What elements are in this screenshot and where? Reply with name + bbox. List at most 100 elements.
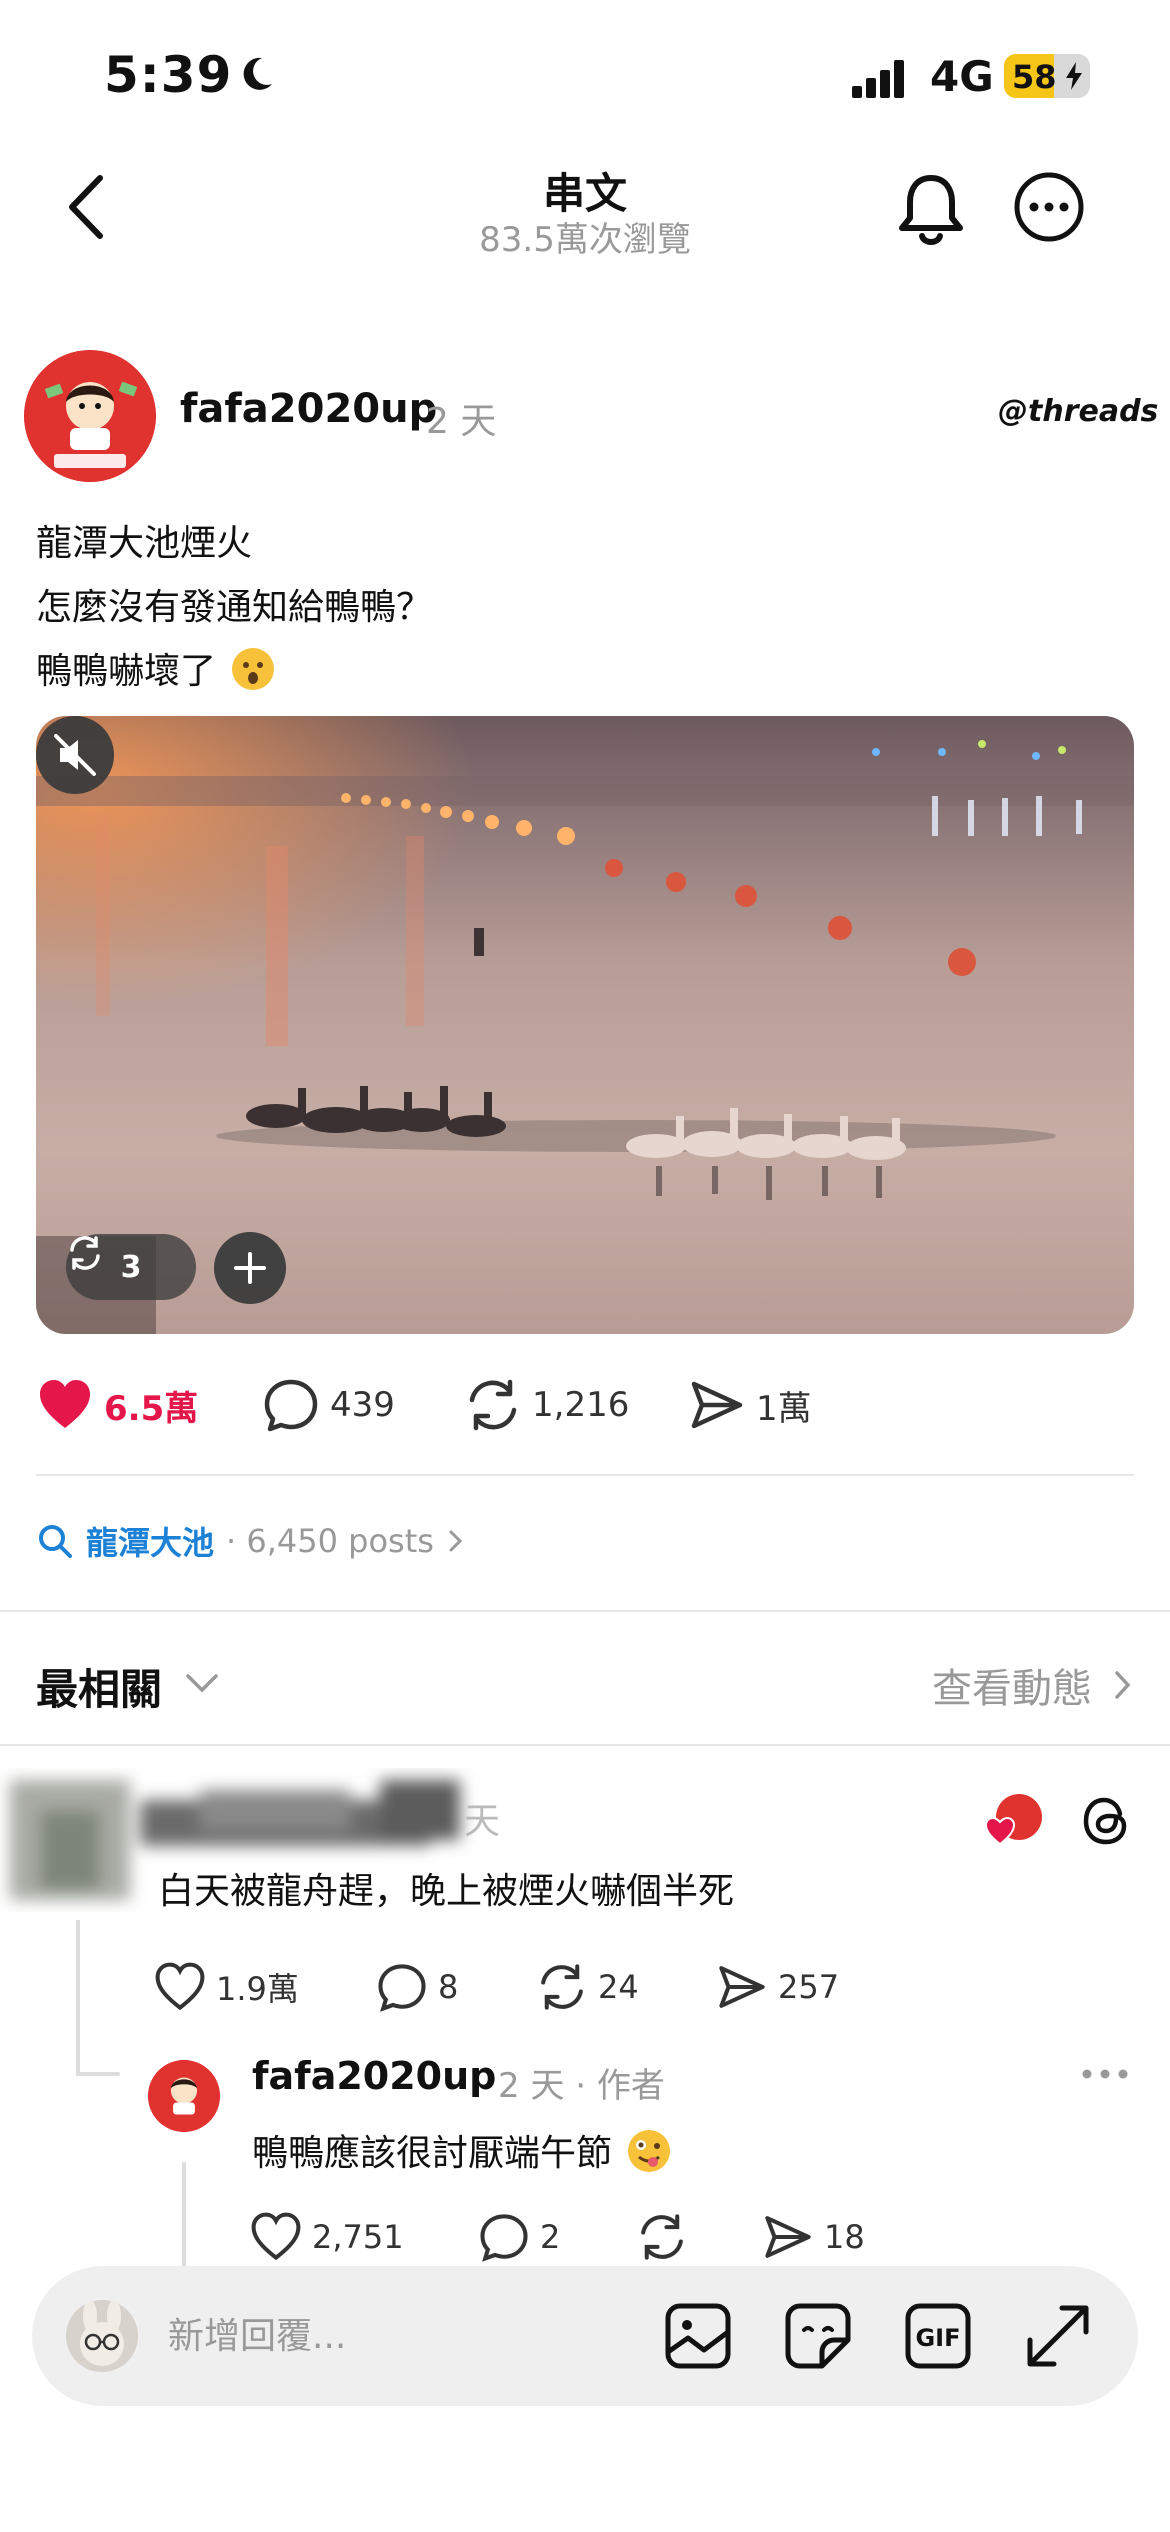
reply-like-button[interactable]: 2,751 xyxy=(250,2204,404,2270)
view-activity-label: 查看動態 xyxy=(932,1666,1092,1712)
bell-icon[interactable] xyxy=(894,170,968,250)
image-gallery-icon[interactable] xyxy=(660,2298,736,2374)
repost-icon xyxy=(469,1379,517,1431)
section-divider xyxy=(0,1610,1170,1612)
media-repost-count-button[interactable]: 3 xyxy=(66,1234,196,1300)
post-text-line-2: 怎麼沒有發通知給鴨鴨？ xyxy=(36,587,433,628)
repost-count: 1,216 xyxy=(532,1385,630,1425)
sort-dropdown-label[interactable]: 最相關 xyxy=(36,1656,162,1717)
comment-reply-button[interactable]: 8 xyxy=(376,1954,458,2020)
heart-filled-icon xyxy=(40,1380,90,1428)
reply-text-row: 鴨鴨應該很討厭端午節 xyxy=(252,2124,671,2176)
thread-header: 串文 83.5萬次瀏覽 xyxy=(0,150,1170,280)
like-button[interactable]: 6.5萬 xyxy=(36,1370,198,1440)
divider xyxy=(36,1474,1134,1476)
view-count: 83.5萬次瀏覽 xyxy=(479,220,691,260)
heart-outline-icon xyxy=(251,2212,301,2261)
threads-logo-icon: @ xyxy=(998,394,1028,429)
comment-age: 天 xyxy=(464,1801,501,1842)
reply-share-button[interactable]: 18 xyxy=(762,2204,865,2270)
reply-like-count: 2,751 xyxy=(312,2218,404,2256)
reply-meta: 2 天 · 作者 xyxy=(498,2066,665,2106)
chevron-right-icon xyxy=(1115,1671,1131,1699)
author-avatar[interactable] xyxy=(24,350,156,482)
comment-bubble-icon xyxy=(264,1379,318,1432)
topic-name: 龍潭大池 xyxy=(86,1524,215,1562)
repost-icon xyxy=(70,1236,100,1270)
topic-post-count: · 6,450 posts xyxy=(226,1522,434,1560)
more-options-icon[interactable] xyxy=(1012,170,1086,244)
signal-icon xyxy=(852,60,904,98)
expand-icon[interactable] xyxy=(1020,2298,1096,2374)
reply-reply-count: 2 xyxy=(540,2218,561,2256)
video-frame-ducks-on-lake xyxy=(36,716,1134,1334)
media-repost-count: 3 xyxy=(120,1249,142,1285)
network-type: 4G xyxy=(930,52,994,101)
reply-share-count: 18 xyxy=(824,2218,865,2256)
comment-repost-count: 24 xyxy=(598,1968,639,2006)
comment-reply-count: 8 xyxy=(438,1968,459,2006)
post-text-line-3: 鴨鴨嚇壞了 xyxy=(36,642,275,694)
reply-repost-button[interactable] xyxy=(636,2204,698,2270)
battery-indicator: 58 xyxy=(1004,54,1090,98)
comment-like-button[interactable]: 1.9萬 xyxy=(154,1954,299,2020)
post-text-line-1: 龍潭大池煙火 xyxy=(36,523,253,564)
share-button[interactable]: 1萬 xyxy=(688,1370,812,1440)
chevron-right-icon xyxy=(449,1530,463,1552)
threads-badge-text: threads xyxy=(1028,394,1159,429)
battery-percent: 58 xyxy=(1012,58,1057,96)
more-options-icon[interactable] xyxy=(1080,2064,1130,2084)
comment-count: 439 xyxy=(330,1385,395,1425)
moon-icon xyxy=(243,57,272,90)
section-divider xyxy=(0,1744,1170,1746)
comment-share-count: 257 xyxy=(778,1968,840,2006)
author-username[interactable]: fafa2020up xyxy=(180,386,437,432)
reply-input[interactable] xyxy=(168,2310,608,2362)
reply-composer: GIF xyxy=(32,2266,1138,2406)
send-arrow-icon xyxy=(719,1966,765,2008)
chevron-down-icon[interactable] xyxy=(184,1670,220,1698)
post-age: 2 天 xyxy=(426,401,497,442)
post-actions: 6.5萬 439 1,216 1萬 xyxy=(0,1370,1170,1440)
thread-connector-line xyxy=(76,1920,80,2076)
muted-speaker-icon[interactable] xyxy=(36,716,114,794)
liked-by-author-badge xyxy=(984,1794,1042,1848)
reply-author-username[interactable]: fafa2020up xyxy=(252,2054,496,2098)
repost-icon xyxy=(541,1964,583,2010)
gif-icon[interactable]: GIF xyxy=(900,2298,976,2374)
heart-outline-icon xyxy=(155,1962,205,2011)
svg-text:GIF: GIF xyxy=(915,2324,960,2352)
comment-like-count: 1.9萬 xyxy=(216,1970,299,2008)
plus-icon[interactable] xyxy=(214,1232,286,1304)
send-arrow-icon xyxy=(765,2216,811,2258)
post-video[interactable]: 3 xyxy=(36,716,1134,1334)
comment-text: 白天被龍舟趕，晚上被煙火嚇個半死 xyxy=(158,1871,735,1912)
repost-button[interactable]: 1,216 xyxy=(464,1370,629,1440)
repost-icon xyxy=(641,2214,683,2260)
worried-face-emoji-icon xyxy=(232,648,275,690)
post-text-line-3-text: 鴨鴨嚇壞了 xyxy=(36,651,217,692)
topic-link[interactable]: 龍潭大池 · 6,450 posts xyxy=(36,1518,466,1564)
search-icon xyxy=(39,1525,72,1558)
comment-bubble-icon xyxy=(378,1964,426,2012)
send-arrow-icon xyxy=(691,1381,743,1429)
view-activity-link[interactable]: 查看動態 xyxy=(932,1656,1134,1714)
comment-share-button[interactable]: 257 xyxy=(716,1954,839,2020)
charging-bolt-icon xyxy=(1066,62,1082,90)
threads-logo-icon[interactable] xyxy=(1080,1794,1134,1848)
status-time: 5:39 xyxy=(104,46,233,104)
comment-bubble-icon xyxy=(480,2214,528,2262)
thread-connector-curve xyxy=(76,2072,120,2076)
threads-badge: @threads xyxy=(998,394,1158,429)
reply-text: 鴨鴨應該很討厭端午節 xyxy=(252,2133,613,2174)
thread-connector-line xyxy=(182,2162,186,2266)
comment-repost-button[interactable]: 24 xyxy=(536,1954,639,2020)
reply-author-avatar[interactable] xyxy=(148,2060,220,2132)
my-avatar[interactable] xyxy=(66,2300,138,2372)
zany-face-emoji-icon xyxy=(628,2130,671,2172)
reply-reply-button[interactable]: 2 xyxy=(478,2204,560,2270)
comment-button[interactable]: 439 xyxy=(262,1370,395,1440)
like-count: 6.5萬 xyxy=(104,1388,199,1429)
sticker-icon[interactable] xyxy=(780,2298,856,2374)
status-bar: 5:39 4G 58 xyxy=(0,0,1170,150)
